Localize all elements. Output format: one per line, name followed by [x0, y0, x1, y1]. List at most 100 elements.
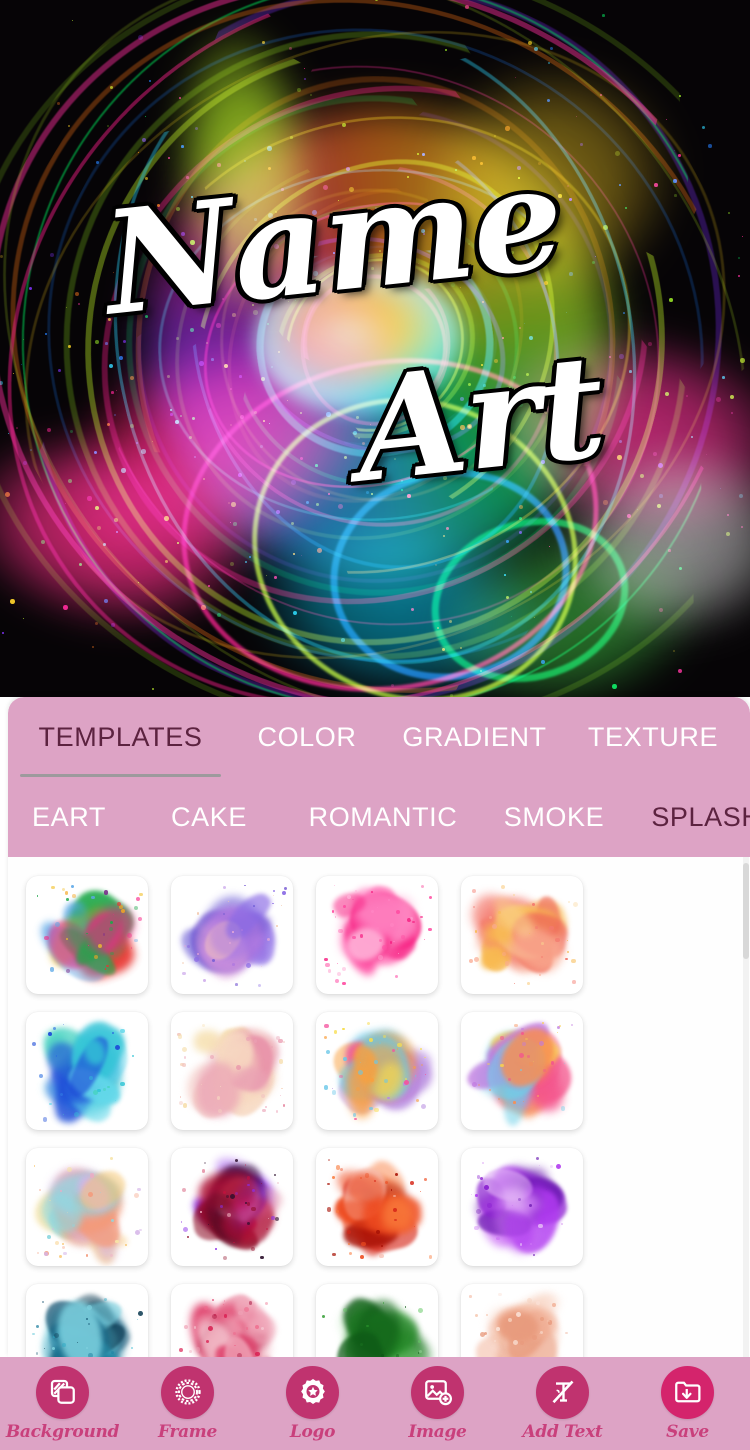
thumbnail-splash-teal-navy[interactable] — [25, 1284, 148, 1357]
splash-speck — [110, 951, 114, 955]
splash-speck — [536, 1156, 540, 1160]
splash-speck — [560, 1106, 566, 1111]
secondary-tab-row[interactable]: EART CAKE ROMANTIC SMOKE SPLASHES — [8, 777, 750, 857]
badge-star-icon[interactable] — [286, 1365, 339, 1419]
scrollbar-thumb[interactable] — [743, 863, 749, 959]
splash-speck — [264, 1106, 267, 1109]
splash-speck — [538, 974, 541, 977]
tab-color[interactable]: COLOR — [233, 697, 381, 777]
thumbnail-splash-pink-magenta[interactable] — [315, 876, 438, 994]
thumbnail-splash-purple-violet[interactable] — [460, 1148, 583, 1266]
splash-speck — [212, 1299, 215, 1302]
nav-item-background[interactable]: Background — [6, 1357, 119, 1450]
splash-speck — [281, 1087, 283, 1089]
layers-icon[interactable] — [36, 1365, 89, 1419]
thumbnail-cell[interactable] — [14, 1139, 159, 1275]
thumbnail-cell[interactable] — [159, 1275, 304, 1357]
splash-speck — [324, 1023, 329, 1029]
thumbnail-cell[interactable] — [14, 1275, 159, 1357]
splash-speck — [336, 1210, 339, 1213]
splash-speck — [89, 1173, 94, 1178]
nav-item-logo[interactable]: Logo — [258, 1357, 368, 1450]
splash-speck — [429, 1255, 433, 1259]
tab-templates[interactable]: TEMPLATES — [8, 697, 233, 777]
splash-speck — [32, 1332, 35, 1336]
thumbnail-cell[interactable] — [159, 1139, 304, 1275]
subtab-smoke[interactable]: SMOKE — [478, 777, 630, 857]
splash-speck — [262, 1108, 266, 1113]
primary-tab-row[interactable]: TEMPLATES COLOR GRADIENT TEXTURE NO — [8, 697, 750, 777]
thumbnail-cell[interactable] — [304, 867, 449, 1003]
splash-speck — [48, 1102, 52, 1106]
splash-speck — [223, 1190, 226, 1194]
thumbnail-splash-cream-rose[interactable] — [170, 1012, 293, 1130]
splash-speck — [197, 953, 199, 955]
splash-speck — [335, 979, 340, 984]
splash-speck — [232, 931, 234, 933]
tab-texture[interactable]: TEXTURE — [568, 697, 738, 777]
splash-speck — [272, 894, 275, 897]
save-folder-icon[interactable] — [661, 1365, 714, 1419]
splash-speck — [570, 958, 576, 964]
splash-speck — [549, 1164, 554, 1168]
thumbnail-cell[interactable] — [304, 1275, 449, 1357]
splash-speck — [370, 910, 374, 913]
thumbnail-cell[interactable] — [159, 867, 304, 1003]
tab-label: GRADIENT — [402, 722, 547, 752]
thumbnail-splash-purple-cloud[interactable] — [170, 876, 293, 994]
splash-speck — [106, 964, 109, 968]
splash-speck — [376, 906, 378, 908]
thumbnail-cell[interactable] — [449, 1003, 594, 1139]
thumbnail-cell[interactable] — [14, 1003, 159, 1139]
subtab-romantic[interactable]: ROMANTIC — [288, 777, 478, 857]
splash-speck — [496, 1236, 500, 1241]
frame-icon[interactable] — [161, 1365, 214, 1419]
name-art-canvas[interactable]: Name Art — [0, 0, 750, 697]
thumbnail-splash-peach-flame[interactable] — [460, 876, 583, 994]
thumbnail-splash-crimson-violet[interactable] — [170, 1148, 293, 1266]
thumbnail-cell[interactable] — [449, 1275, 594, 1357]
thumbnail-grid-scroll[interactable] — [8, 857, 750, 1357]
splash-speck — [119, 905, 123, 909]
nav-item-save[interactable]: Save — [633, 1357, 743, 1450]
subtab-cake[interactable]: CAKE — [130, 777, 288, 857]
nav-item-image[interactable]: Image — [383, 1357, 493, 1450]
thumbnail-cell[interactable] — [304, 1139, 449, 1275]
splash-speck — [410, 1181, 414, 1185]
splash-speck — [282, 1104, 286, 1108]
splash-speck — [248, 1301, 253, 1305]
image-plus-icon[interactable] — [411, 1365, 464, 1419]
thumbnail-splash-rainbow-flower[interactable] — [25, 876, 148, 994]
tab-gradient[interactable]: GRADIENT — [381, 697, 568, 777]
thumbnail-splash-pastel-mix[interactable] — [25, 1148, 148, 1266]
splash-speck — [343, 1307, 347, 1312]
subtab-eart[interactable]: EART — [8, 777, 130, 857]
splash-speck — [412, 1066, 416, 1070]
thumbnail-cell[interactable] — [14, 867, 159, 1003]
thumbnail-splash-coral-sunset[interactable] — [460, 1012, 583, 1130]
thumbnail-cell[interactable] — [449, 867, 594, 1003]
thumbnail-splash-red-drip[interactable] — [315, 1148, 438, 1266]
thumbnail-splash-green-leaf[interactable] — [315, 1284, 438, 1357]
splash-speck — [326, 1207, 332, 1213]
nav-item-frame[interactable]: Frame — [133, 1357, 243, 1450]
thumbnail-splash-blue-teal[interactable] — [25, 1012, 148, 1130]
subtab-splashes[interactable]: SPLASHES — [630, 777, 750, 857]
tab-no[interactable]: NO — [738, 697, 750, 777]
splash-speck — [44, 935, 49, 941]
nav-label-frame: Frame — [157, 1421, 218, 1442]
splash-speck — [219, 1205, 223, 1208]
splash-speck — [138, 1311, 143, 1317]
thumbnail-cell[interactable] — [449, 1139, 594, 1275]
add-text-icon[interactable] — [536, 1365, 589, 1419]
splash-speck — [367, 1021, 370, 1025]
thumbnail-cell[interactable] — [159, 1003, 304, 1139]
nav-item-add-text[interactable]: Add Text — [508, 1357, 618, 1450]
thumbnail-cell[interactable] — [304, 1003, 449, 1139]
thumbnail-splash-yellow-pink[interactable] — [315, 1012, 438, 1130]
splash-speck — [535, 926, 538, 929]
thumbnail-splash-peach-swirl[interactable] — [460, 1284, 583, 1357]
thumbnail-splash-rose-red-drip[interactable] — [170, 1284, 293, 1357]
splash-speck — [493, 1340, 496, 1342]
splash-speck — [348, 1251, 353, 1256]
